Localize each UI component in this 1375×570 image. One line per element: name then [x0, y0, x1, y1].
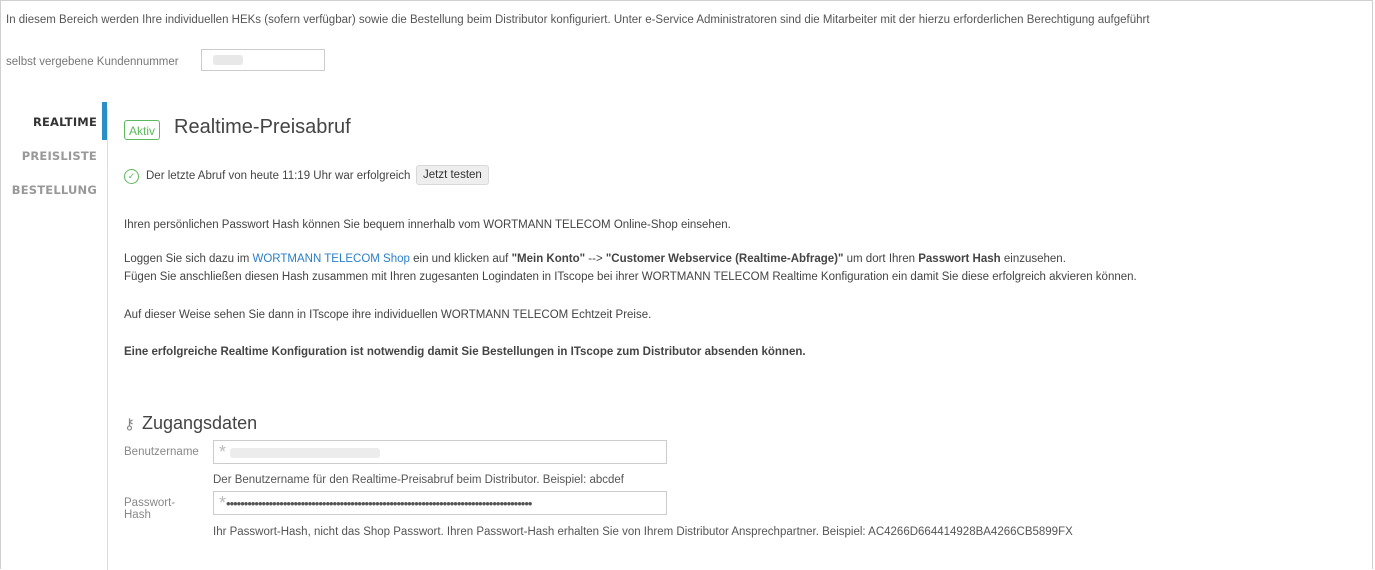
info-paragraph-4: Auf dieser Weise sehen Sie dann in ITsco…	[124, 309, 652, 321]
credentials-title: ⚷ Zugangsdaten	[124, 413, 257, 434]
password-hash-input[interactable]: *•••••••••••••••••••••••••••••••••••••••…	[213, 491, 667, 515]
para2-text-1: Loggen Sie sich dazu im	[124, 253, 253, 265]
required-marker: *	[219, 493, 227, 513]
nav-item-realtime[interactable]: REALTIME	[33, 115, 97, 129]
para2-text-5: einzusehen.	[1000, 253, 1066, 265]
shop-link[interactable]: WORTMANN TELECOM Shop	[253, 253, 410, 265]
status-badge: Aktiv	[124, 120, 161, 140]
para2-text-2: ein und klicken auf	[409, 253, 512, 265]
para2-text-3: -->	[585, 253, 606, 265]
username-label: Benutzername	[124, 446, 199, 458]
para2-bold-1: "Mein Konto"	[511, 253, 586, 265]
section-nav: REALTIME PREISLISTE BESTELLUNG	[1, 109, 108, 570]
username-help: Der Benutzername für den Realtime-Preisa…	[213, 474, 624, 486]
required-marker: *	[219, 442, 227, 462]
info-paragraph-5: Eine erfolgreiche Realtime Konfiguration…	[124, 346, 806, 358]
password-hash-value: ••••••••••••••••••••••••••••••••••••••••…	[226, 496, 532, 511]
customer-number-value	[213, 55, 243, 65]
info-paragraph-2: Loggen Sie sich dazu im WORTMANN TELECOM…	[124, 253, 1066, 265]
nav-item-preisliste[interactable]: PREISLISTE	[22, 149, 97, 163]
para2-bold-3: Passwort Hash	[918, 253, 1001, 265]
info-paragraph-3: Fügen Sie anschließen diesen Hash zusamm…	[124, 271, 1137, 283]
test-now-button[interactable]: Jetzt testen	[416, 165, 489, 185]
credentials-title-text: Zugangsdaten	[142, 413, 258, 433]
content-panel: In diesem Bereich werden Ihre individuel…	[0, 0, 1373, 570]
status-text: Der letzte Abruf von heute 11:19 Uhr war…	[146, 170, 411, 182]
customer-number-label: selbst vergebene Kundennummer	[6, 56, 179, 68]
section-title: Realtime-Preisabruf	[174, 116, 351, 138]
para2-bold-2: "Customer Webservice (Realtime-Abfrage)"	[605, 253, 844, 265]
customer-number-input[interactable]	[201, 49, 325, 71]
para2-text-4: um dort Ihren	[843, 253, 919, 265]
password-help: Ihr Passwort-Hash, nicht das Shop Passwo…	[213, 526, 1073, 538]
check-circle-icon: ✓	[124, 169, 139, 184]
info-paragraph-1: Ihren persönlichen Passwort Hash können …	[124, 219, 731, 231]
intro-text: In diesem Bereich werden Ihre individuel…	[6, 14, 1150, 26]
password-label: Passwort-Hash	[124, 497, 176, 521]
username-input[interactable]: *	[213, 440, 667, 464]
nav-active-indicator	[102, 102, 107, 140]
username-value	[229, 448, 380, 459]
nav-item-bestellung[interactable]: BESTELLUNG	[12, 183, 97, 197]
key-icon: ⚷	[124, 416, 135, 433]
